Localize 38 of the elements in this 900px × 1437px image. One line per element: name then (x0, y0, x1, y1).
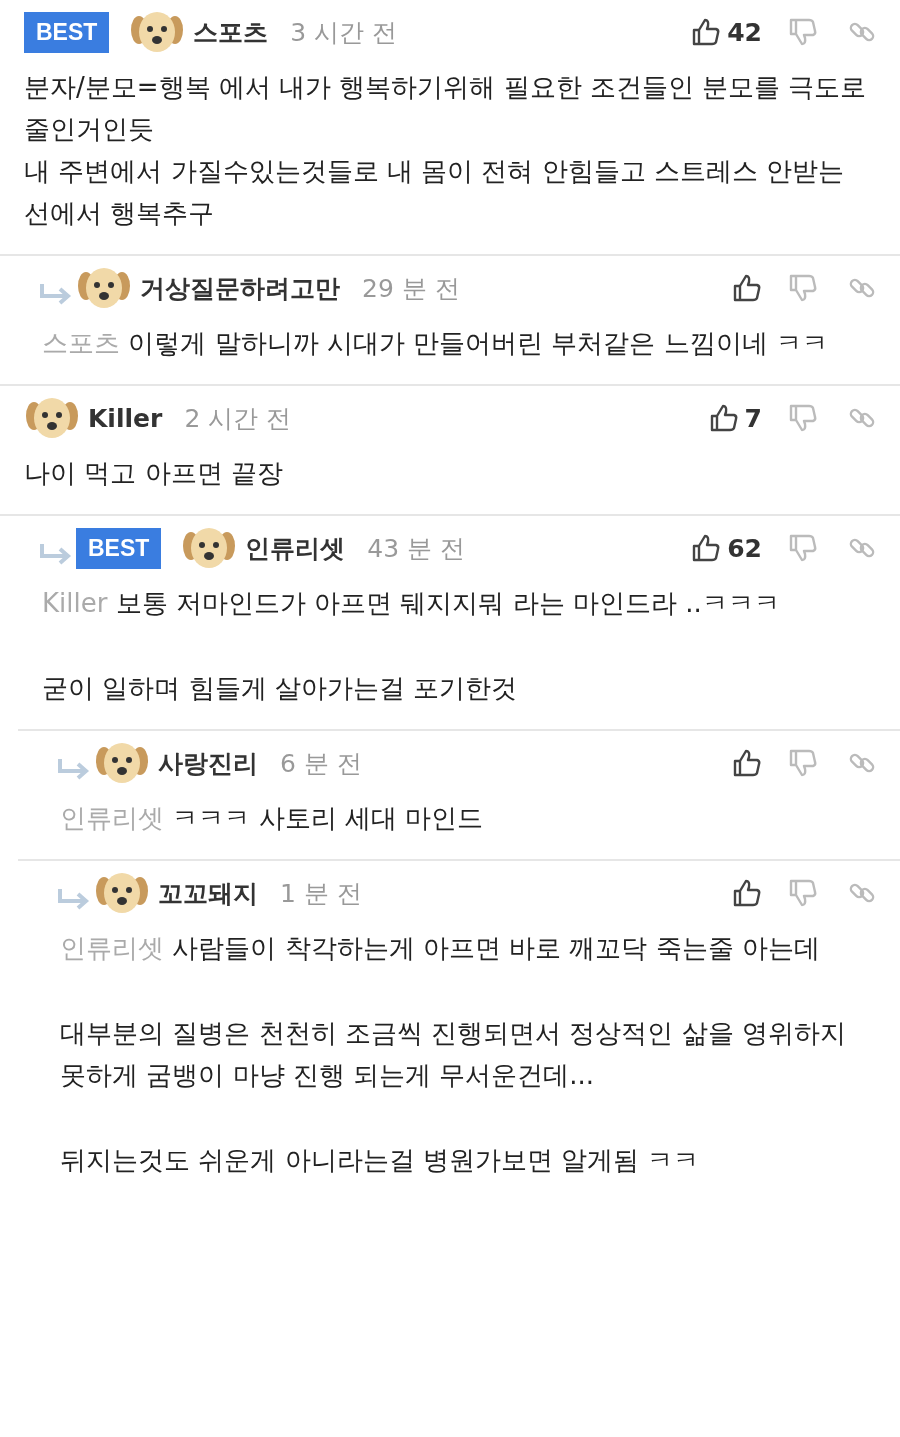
username[interactable]: 거상질문하려고만 (140, 271, 340, 305)
thumbs-up-icon[interactable] (691, 533, 722, 563)
comment-text: 뒤지는것도 쉬운게 아니라는걸 병원가보면 알게됨 ㅋㅋ (60, 1144, 701, 1177)
comment-text: 굳이 일하며 힘들게 살아가는걸 포기한것 (42, 672, 519, 705)
comment-text: 인류리셋 ㅋㅋㅋ 사토리 세대 마인드 (60, 802, 485, 835)
username[interactable]: 스포츠 (193, 15, 269, 49)
comment-text: 스포츠 이렇게 말하니까 시대가 만들어버린 부처같은 느낌이네 ㅋㅋ (42, 327, 829, 360)
thumbs-up-icon[interactable] (708, 403, 739, 433)
username[interactable]: Killer (88, 403, 163, 433)
timestamp: 43 분 전 (367, 532, 466, 565)
timestamp: 1 분 전 (280, 877, 362, 910)
thumbs-down-icon[interactable] (788, 878, 818, 908)
like-count: 62 (727, 533, 762, 563)
username[interactable]: 인류리셋 (245, 531, 346, 565)
thumbs-down-icon[interactable] (788, 403, 818, 433)
username[interactable]: 꼬꼬돼지 (158, 876, 258, 910)
like-count: 42 (727, 17, 762, 47)
username[interactable]: 사랑진리 (158, 746, 258, 780)
thumbs-up-icon[interactable] (691, 17, 722, 47)
timestamp: 6 분 전 (280, 747, 362, 780)
timestamp: 3 시간 전 (290, 16, 398, 49)
timestamp: 2 시간 전 (184, 402, 292, 435)
thumbs-up-icon[interactable] (732, 273, 762, 303)
thumbs-down-icon[interactable] (788, 17, 818, 47)
best-badge: BEST (76, 527, 162, 569)
comment-text: Killer 보통 저마인드가 아프면 뒈지지뭐 라는 마인드라 ..ㅋㅋㅋ (42, 587, 781, 620)
thumbs-down-icon[interactable] (788, 273, 818, 303)
best-badge: BEST (24, 11, 110, 53)
thumbs-down-icon[interactable] (788, 533, 818, 563)
like-count: 7 (744, 403, 762, 433)
timestamp: 29 분 전 (362, 272, 460, 305)
thumbs-up-icon[interactable] (732, 878, 762, 908)
comment-text: 분자/분모=행복 에서 내가 행복하기위해 필요한 조건들인 분모를 극도로 줄인거인듯 내 주변에서 가질수있는것들로 내 몸이 전혀 안힘들고 스트레스 안받는 선에서 행복추구 (24, 71, 868, 230)
thumbs-up-icon[interactable] (732, 748, 762, 778)
comment-text: 나이 먹고 아프면 끝장 (24, 457, 284, 490)
comment-text: 인류리셋 사람들이 착각하는게 아프면 바로 깨꼬닥 죽는줄 아는데 (60, 932, 821, 965)
thumbs-down-icon[interactable] (788, 748, 818, 778)
comment-text: 대부분의 질병은 천천히 조금씩 진행되면서 정상적인 삶을 영위하지 못하게 굼뱅이 마냥 진행 되는게 무서운건데... (60, 1017, 847, 1092)
